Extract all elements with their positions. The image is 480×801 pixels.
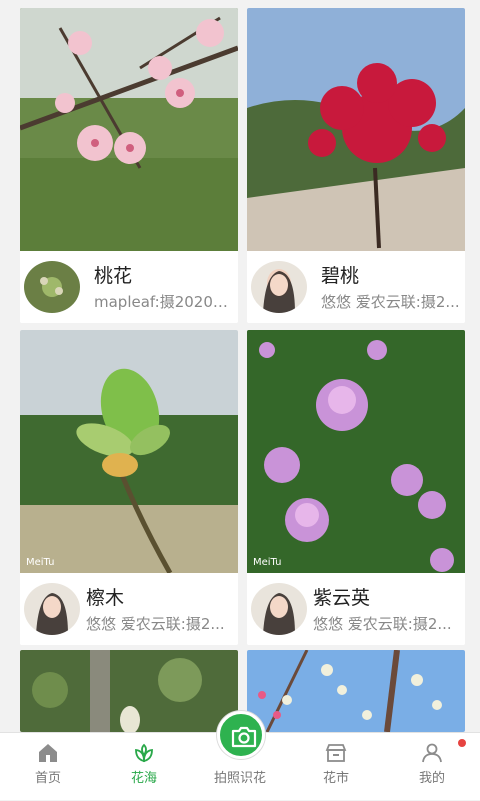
camera-button[interactable] (217, 711, 265, 759)
card-subtitle: 悠悠 爱农云联:摄2... (313, 615, 452, 633)
flower-card[interactable] (247, 650, 465, 732)
flower-icon (132, 741, 156, 765)
garden-photo[interactable] (20, 650, 238, 732)
home-icon (36, 741, 60, 765)
white-blossom-photo[interactable] (247, 650, 465, 732)
notification-badge (458, 739, 466, 747)
card-subtitle: mapleaf:摄20200... (94, 293, 234, 311)
card-subtitle: 悠悠 爱农云联:摄2... (321, 293, 460, 311)
flower-card[interactable]: 碧桃 悠悠 爱农云联:摄2... (247, 8, 465, 323)
card-title: 檫木 (86, 587, 125, 609)
tab-flower-sea[interactable]: 花海 (96, 733, 192, 801)
purple-clover-photo[interactable]: MeiTu (247, 330, 465, 573)
red-tree-photo[interactable] (247, 8, 465, 251)
tab-identify-label: 拍照识花 (213, 771, 266, 786)
card-info: 碧桃 悠悠 爱农云联:摄2... (247, 251, 465, 323)
flower-card[interactable] (20, 650, 238, 732)
avatar[interactable] (24, 261, 80, 313)
tab-mine-label: 我的 (418, 771, 445, 786)
flower-card[interactable]: 桃花 mapleaf:摄20200... (20, 8, 238, 323)
tab-home[interactable]: 首页 (0, 733, 96, 801)
card-title: 桃花 (94, 265, 133, 287)
camera-icon (231, 726, 257, 748)
tab-market-label: 花市 (322, 771, 349, 786)
flower-card[interactable]: MeiTu 檫木 悠悠 爱农云联:摄2... (20, 330, 238, 645)
card-title: 紫云英 (313, 587, 371, 609)
flower-card[interactable]: MeiTu 紫云英 悠悠 爱农云联:摄2... (247, 330, 465, 645)
card-info: 檫木 悠悠 爱农云联:摄2... (20, 573, 238, 645)
tab-flower-sea-label: 花海 (130, 771, 157, 786)
card-title: 碧桃 (321, 265, 360, 287)
watermark: MeiTu (253, 557, 282, 568)
shop-icon (324, 741, 348, 765)
watermark: MeiTu (26, 557, 55, 568)
card-info: 桃花 mapleaf:摄20200... (20, 251, 238, 323)
peach-blossom-photo[interactable] (20, 8, 238, 251)
card-subtitle: 悠悠 爱农云联:摄2... (86, 615, 225, 633)
user-icon (420, 741, 444, 765)
tab-home-label: 首页 (34, 771, 61, 786)
card-info: 紫云英 悠悠 爱农云联:摄2... (247, 573, 465, 645)
tab-market[interactable]: 花市 (288, 733, 384, 801)
avatar[interactable] (24, 583, 80, 635)
avatar[interactable] (251, 583, 307, 635)
avatar[interactable] (251, 261, 307, 313)
sassafras-photo[interactable]: MeiTu (20, 330, 238, 573)
flower-feed[interactable]: 桃花 mapleaf:摄20200... 碧桃 悠悠 爱农云联:摄2... Me… (0, 0, 480, 732)
